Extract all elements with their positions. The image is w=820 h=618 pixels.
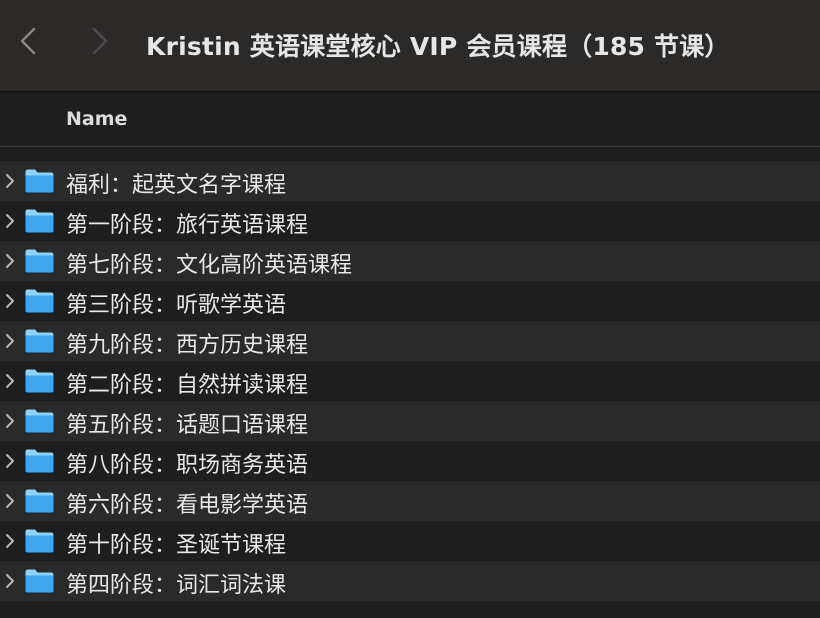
- list-item[interactable]: 福利：起英文名字课程: [0, 161, 820, 201]
- list-item[interactable]: 第七阶段：文化高阶英语课程: [0, 241, 820, 281]
- disclosure-triangle[interactable]: [3, 453, 17, 469]
- list-item[interactable]: 第九阶段：西方历史课程: [0, 321, 820, 361]
- folder-icon: [24, 328, 55, 354]
- chevron-right-icon: [6, 534, 14, 548]
- folder-icon: [24, 248, 55, 274]
- window-title: Kristin 英语课堂核心 VIP 会员课程（185 节课）: [146, 32, 730, 61]
- chevron-right-icon: [6, 454, 14, 468]
- list-item[interactable]: 第一阶段：旅行英语课程: [0, 201, 820, 241]
- disclosure-triangle[interactable]: [3, 293, 17, 309]
- list-item[interactable]: 第六阶段：看电影学英语: [0, 481, 820, 521]
- folder-name: 福利：起英文名字课程: [66, 173, 287, 198]
- folder-icon: [24, 568, 55, 594]
- folder-name: 第六阶段：看电影学英语: [66, 493, 309, 518]
- list-item[interactable]: 第二阶段：自然拼读课程: [0, 361, 820, 401]
- file-list: 福利：起英文名字课程 第一阶段：旅行英语课程 第七阶段：文化高阶英语课程 第三阶…: [0, 161, 820, 601]
- disclosure-triangle[interactable]: [3, 213, 17, 229]
- disclosure-triangle[interactable]: [3, 413, 17, 429]
- folder-name: 第八阶段：职场商务英语: [66, 453, 309, 478]
- list-item[interactable]: 第四阶段：词汇词法课: [0, 561, 820, 601]
- folder-icon: [24, 448, 55, 474]
- chevron-right-icon: [6, 254, 14, 268]
- chevron-left-icon: [20, 27, 36, 55]
- list-item[interactable]: 第三阶段：听歌学英语: [0, 281, 820, 321]
- chevron-right-icon: [6, 294, 14, 308]
- column-header-name[interactable]: Name: [66, 108, 127, 130]
- folder-name: 第四阶段：词汇词法课: [66, 573, 287, 598]
- finder-window: Kristin 英语课堂核心 VIP 会员课程（185 节课） Name 福利：…: [0, 0, 820, 618]
- disclosure-triangle[interactable]: [3, 493, 17, 509]
- disclosure-triangle[interactable]: [3, 173, 17, 189]
- disclosure-triangle[interactable]: [3, 533, 17, 549]
- disclosure-triangle[interactable]: [3, 373, 17, 389]
- disclosure-triangle[interactable]: [3, 333, 17, 349]
- folder-name: 第五阶段：话题口语课程: [66, 413, 309, 438]
- chevron-right-icon: [6, 414, 14, 428]
- chevron-right-icon: [6, 214, 14, 228]
- list-item[interactable]: 第五阶段：话题口语课程: [0, 401, 820, 441]
- chevron-right-icon: [6, 494, 14, 508]
- folder-icon: [24, 488, 55, 514]
- chevron-right-icon: [6, 334, 14, 348]
- chevron-right-icon: [6, 574, 14, 588]
- folder-name: 第七阶段：文化高阶英语课程: [66, 253, 353, 278]
- column-header-row: Name: [0, 93, 820, 147]
- list-item[interactable]: 第八阶段：职场商务英语: [0, 441, 820, 481]
- folder-icon: [24, 288, 55, 314]
- chevron-right-icon: [92, 27, 108, 55]
- folder-icon: [24, 408, 55, 434]
- folder-name: 第二阶段：自然拼读课程: [66, 373, 309, 398]
- folder-name: 第三阶段：听歌学英语: [66, 293, 287, 318]
- toolbar: Kristin 英语课堂核心 VIP 会员课程（185 节课）: [0, 0, 820, 92]
- disclosure-triangle[interactable]: [3, 253, 17, 269]
- folder-name: 第十阶段：圣诞节课程: [66, 533, 287, 558]
- list-item[interactable]: 第十阶段：圣诞节课程: [0, 521, 820, 561]
- folder-icon: [24, 208, 55, 234]
- back-button[interactable]: [16, 24, 42, 58]
- folder-icon: [24, 528, 55, 554]
- chevron-right-icon: [6, 174, 14, 188]
- folder-name: 第一阶段：旅行英语课程: [66, 213, 309, 238]
- folder-name: 第九阶段：西方历史课程: [66, 333, 309, 358]
- forward-button[interactable]: [86, 24, 112, 58]
- folder-icon: [24, 368, 55, 394]
- disclosure-triangle[interactable]: [3, 573, 17, 589]
- folder-icon: [24, 168, 55, 194]
- chevron-right-icon: [6, 374, 14, 388]
